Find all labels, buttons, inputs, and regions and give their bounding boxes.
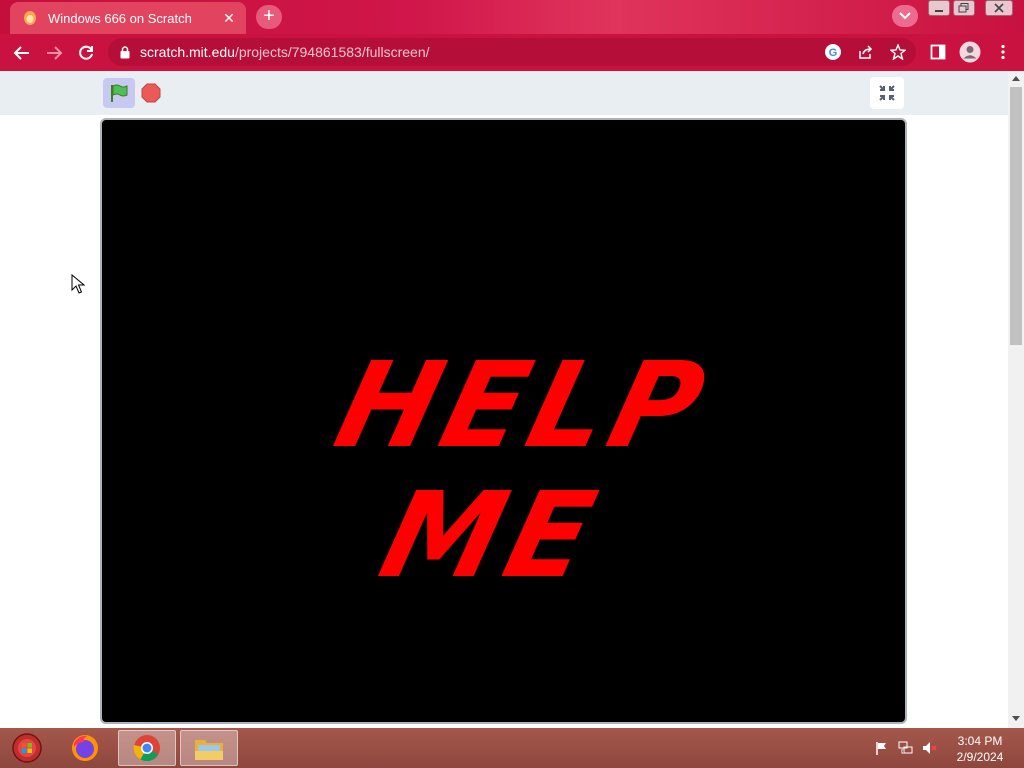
arrow-right-icon xyxy=(47,46,63,60)
restore-icon xyxy=(958,3,969,13)
green-flag-button[interactable] xyxy=(103,78,135,108)
scroll-down-icon[interactable] xyxy=(1008,714,1024,724)
browser-toolbar: scratch.mit.edu/projects/794861583/fulls… xyxy=(0,34,1024,71)
chevron-down-icon xyxy=(899,12,911,20)
project-stage[interactable]: HELP ME xyxy=(100,118,907,724)
exit-fullscreen-button[interactable] xyxy=(870,77,904,109)
tab-active[interactable]: Windows 666 on Scratch ✕ xyxy=(10,2,246,34)
scratch-cat-icon xyxy=(22,10,38,26)
address-bar[interactable]: scratch.mit.edu/projects/794861583/fulls… xyxy=(108,38,916,66)
action-center-flag-icon[interactable] xyxy=(874,740,890,756)
page-content: HELP ME xyxy=(0,71,1008,728)
scroll-thumb[interactable] xyxy=(1010,87,1022,345)
taskbar-firefox[interactable] xyxy=(56,730,114,766)
tab-title: Windows 666 on Scratch xyxy=(48,10,192,26)
kebab-menu-icon xyxy=(1001,44,1005,60)
file-explorer-icon xyxy=(195,740,223,760)
volume-muted-icon[interactable] xyxy=(922,740,938,756)
profile-button[interactable] xyxy=(959,41,981,63)
minimize-icon xyxy=(935,10,943,12)
tab-strip: Windows 666 on Scratch ✕ + xyxy=(0,0,1024,34)
windows-orb-icon xyxy=(12,733,42,763)
scroll-up-icon[interactable] xyxy=(1008,73,1024,83)
mouse-cursor-icon xyxy=(71,274,85,294)
profile-avatar-icon xyxy=(959,41,981,63)
tab-search-button[interactable] xyxy=(892,5,918,27)
stop-sign-icon xyxy=(141,83,161,103)
stage-text: HELP ME xyxy=(323,336,723,604)
green-flag-icon xyxy=(111,84,128,102)
restore-button[interactable] xyxy=(953,0,975,16)
browser-menu-button[interactable] xyxy=(992,41,1014,63)
new-tab-button[interactable]: + xyxy=(256,5,282,29)
share-icon[interactable] xyxy=(857,43,875,61)
player-controls-bar xyxy=(0,71,1008,115)
forward-button[interactable] xyxy=(40,39,68,67)
system-clock[interactable]: 3:04 PM 2/9/2024 xyxy=(948,733,1012,765)
svg-text:G: G xyxy=(829,47,838,59)
google-icon[interactable]: G xyxy=(824,43,842,61)
clock-time: 3:04 PM xyxy=(957,734,1003,748)
start-button[interactable] xyxy=(8,730,46,766)
close-icon xyxy=(994,3,1004,13)
page-scrollbar[interactable] xyxy=(1008,71,1024,728)
stop-button[interactable] xyxy=(140,82,162,104)
taskbar-file-explorer[interactable] xyxy=(180,730,238,766)
reload-button[interactable] xyxy=(72,39,100,67)
bookmark-star-icon[interactable] xyxy=(889,43,907,61)
close-window-button[interactable] xyxy=(985,0,1013,16)
back-button[interactable] xyxy=(8,39,36,67)
tab-close-icon[interactable]: ✕ xyxy=(220,9,238,27)
side-panel-button[interactable] xyxy=(927,41,949,63)
side-panel-icon xyxy=(930,44,946,60)
taskbar-chrome[interactable] xyxy=(118,730,176,766)
network-icon[interactable] xyxy=(898,740,914,756)
arrow-left-icon xyxy=(13,46,29,60)
minimize-button[interactable] xyxy=(928,0,950,16)
firefox-icon xyxy=(72,735,98,761)
clock-date: 2/9/2024 xyxy=(956,750,1004,764)
chrome-icon xyxy=(133,735,160,762)
taskbar: 3:04 PM 2/9/2024 xyxy=(0,728,1024,768)
collapse-icon xyxy=(879,85,895,101)
url-text: scratch.mit.edu/projects/794861583/fulls… xyxy=(140,44,430,60)
reload-icon xyxy=(79,45,93,60)
lock-icon xyxy=(120,45,130,58)
